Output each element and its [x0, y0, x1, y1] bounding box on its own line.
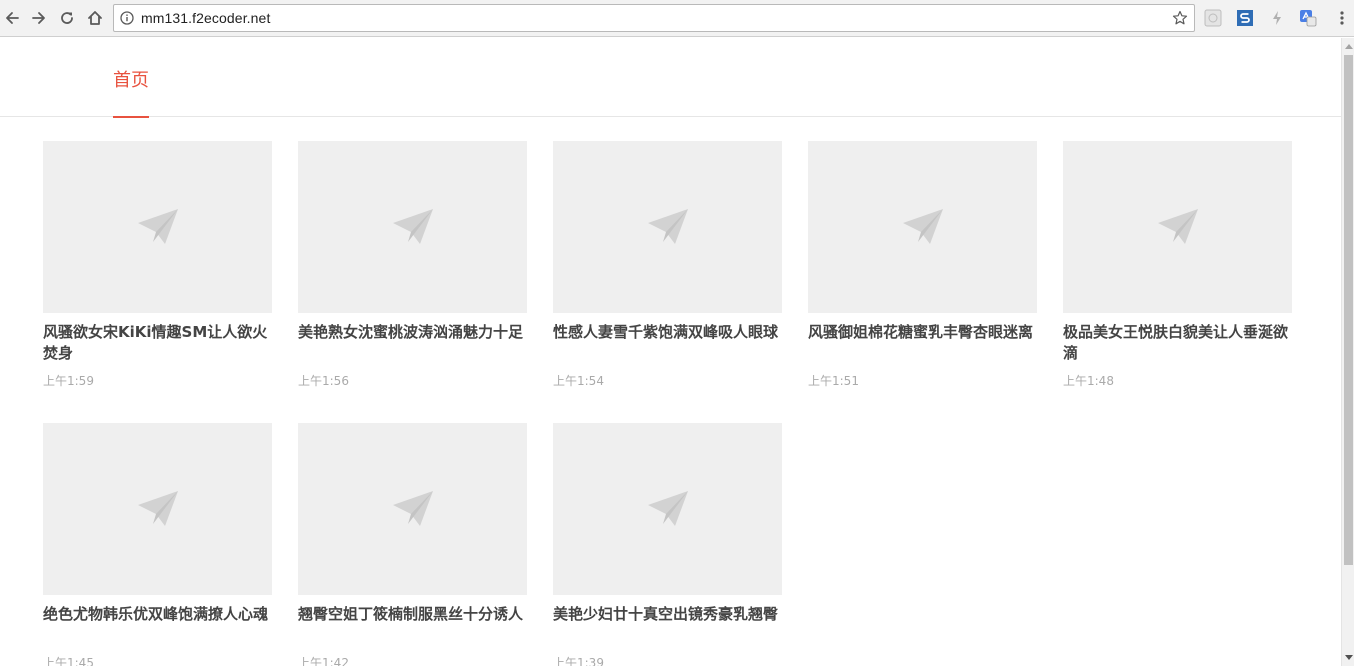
article-thumbnail[interactable] [1063, 141, 1292, 313]
s-extension-icon [1237, 10, 1253, 26]
paper-plane-icon [393, 209, 433, 244]
article-card[interactable]: 极品美女王悦肤白貌美让人垂涎欲滴 上午1:48 [1063, 141, 1292, 389]
article-card[interactable]: 风骚欲女宋KiKi情趣SM让人欲火焚身 上午1:59 [43, 141, 272, 389]
vertical-scrollbar[interactable] [1341, 38, 1354, 666]
paper-plane-icon [138, 209, 178, 244]
article-time: 上午1:48 [1063, 374, 1114, 388]
article-time: 上午1:39 [553, 656, 604, 666]
article-thumbnail[interactable] [808, 141, 1037, 313]
article-thumbnail[interactable] [553, 423, 782, 595]
article-time: 上午1:59 [43, 374, 94, 388]
article-time: 上午1:42 [298, 656, 349, 666]
scrollbar-thumb[interactable] [1344, 55, 1353, 565]
article-thumbnail[interactable] [553, 141, 782, 313]
article-thumbnail[interactable] [43, 423, 272, 595]
article-card[interactable]: 美艳少妇廿十真空出镜秀豪乳翘臀 上午1:39 [553, 423, 782, 666]
article-title[interactable]: 美艳少妇廿十真空出镜秀豪乳翘臀 [553, 604, 782, 646]
address-bar[interactable]: mm131.f2ecoder.net [113, 4, 1195, 32]
paper-plane-icon [138, 491, 178, 526]
extension-grid-button[interactable] [1204, 9, 1222, 27]
article-time: 上午1:56 [298, 374, 349, 388]
s-extension-button[interactable] [1236, 9, 1254, 27]
reload-icon [61, 12, 73, 24]
article-time: 上午1:45 [43, 656, 94, 666]
top-nav: 首页 [0, 38, 1341, 118]
article-thumbnail[interactable] [43, 141, 272, 313]
forward-arrow-icon [32, 12, 45, 24]
url-text[interactable]: mm131.f2ecoder.net [141, 10, 270, 26]
article-title[interactable]: 风骚御姐棉花糖蜜乳丰臀杏眼迷离 [808, 322, 1037, 364]
tab-home[interactable]: 首页 [113, 38, 149, 118]
tab-home-label: 首页 [113, 70, 149, 91]
article-title[interactable]: 翘臀空姐丁筱楠制服黑丝十分诱人 [298, 604, 527, 646]
browser-toolbar: mm131.f2ecoder.net [0, 0, 1354, 37]
article-title[interactable]: 性感人妻雪千紫饱满双峰吸人眼球 [553, 322, 782, 364]
article-title[interactable]: 极品美女王悦肤白貌美让人垂涎欲滴 [1063, 322, 1292, 364]
home-icon [88, 11, 102, 25]
page-content: 首页 风骚欲女宋KiKi情趣SM让人欲火焚身 上午1:59 美艳熟女沈蜜桃波涛汹… [0, 38, 1341, 666]
scroll-up-arrow-icon[interactable] [1345, 44, 1353, 49]
article-thumbnail[interactable] [298, 423, 527, 595]
home-button[interactable] [83, 6, 107, 30]
article-time: 上午1:51 [808, 374, 859, 388]
article-title[interactable]: 风骚欲女宋KiKi情趣SM让人欲火焚身 [43, 322, 272, 364]
extension-grid-icon [1204, 9, 1222, 27]
article-card[interactable]: 翘臀空姐丁筱楠制服黑丝十分诱人 上午1:42 [298, 423, 527, 666]
forward-button[interactable] [27, 6, 51, 30]
article-card[interactable]: 绝色尤物韩乐优双峰饱满撩人心魂 上午1:45 [43, 423, 272, 666]
translate-button[interactable] [1299, 9, 1317, 27]
reload-button[interactable] [55, 6, 79, 30]
active-tab-indicator [113, 116, 149, 118]
menu-dots-icon [1340, 11, 1344, 25]
bolt-extension-button[interactable] [1268, 9, 1286, 27]
article-card[interactable]: 风骚御姐棉花糖蜜乳丰臀杏眼迷离 上午1:51 [808, 141, 1037, 389]
paper-plane-icon [903, 209, 943, 244]
translate-icon [1300, 10, 1317, 27]
bookmark-star-icon[interactable] [1172, 10, 1188, 26]
back-arrow-icon [6, 12, 19, 24]
paper-plane-icon [648, 491, 688, 526]
scroll-down-arrow-icon[interactable] [1345, 655, 1353, 660]
paper-plane-icon [648, 209, 688, 244]
menu-button[interactable] [1333, 9, 1351, 27]
article-thumbnail[interactable] [298, 141, 527, 313]
article-card[interactable]: 性感人妻雪千紫饱满双峰吸人眼球 上午1:54 [553, 141, 782, 389]
info-icon[interactable] [120, 11, 134, 25]
back-button[interactable] [0, 6, 24, 30]
bolt-extension-icon [1273, 11, 1281, 25]
article-title[interactable]: 绝色尤物韩乐优双峰饱满撩人心魂 [43, 604, 272, 646]
paper-plane-icon [1158, 209, 1198, 244]
paper-plane-icon [393, 491, 433, 526]
article-time: 上午1:54 [553, 374, 604, 388]
article-card[interactable]: 美艳熟女沈蜜桃波涛汹涌魅力十足 上午1:56 [298, 141, 527, 389]
article-title[interactable]: 美艳熟女沈蜜桃波涛汹涌魅力十足 [298, 322, 527, 364]
